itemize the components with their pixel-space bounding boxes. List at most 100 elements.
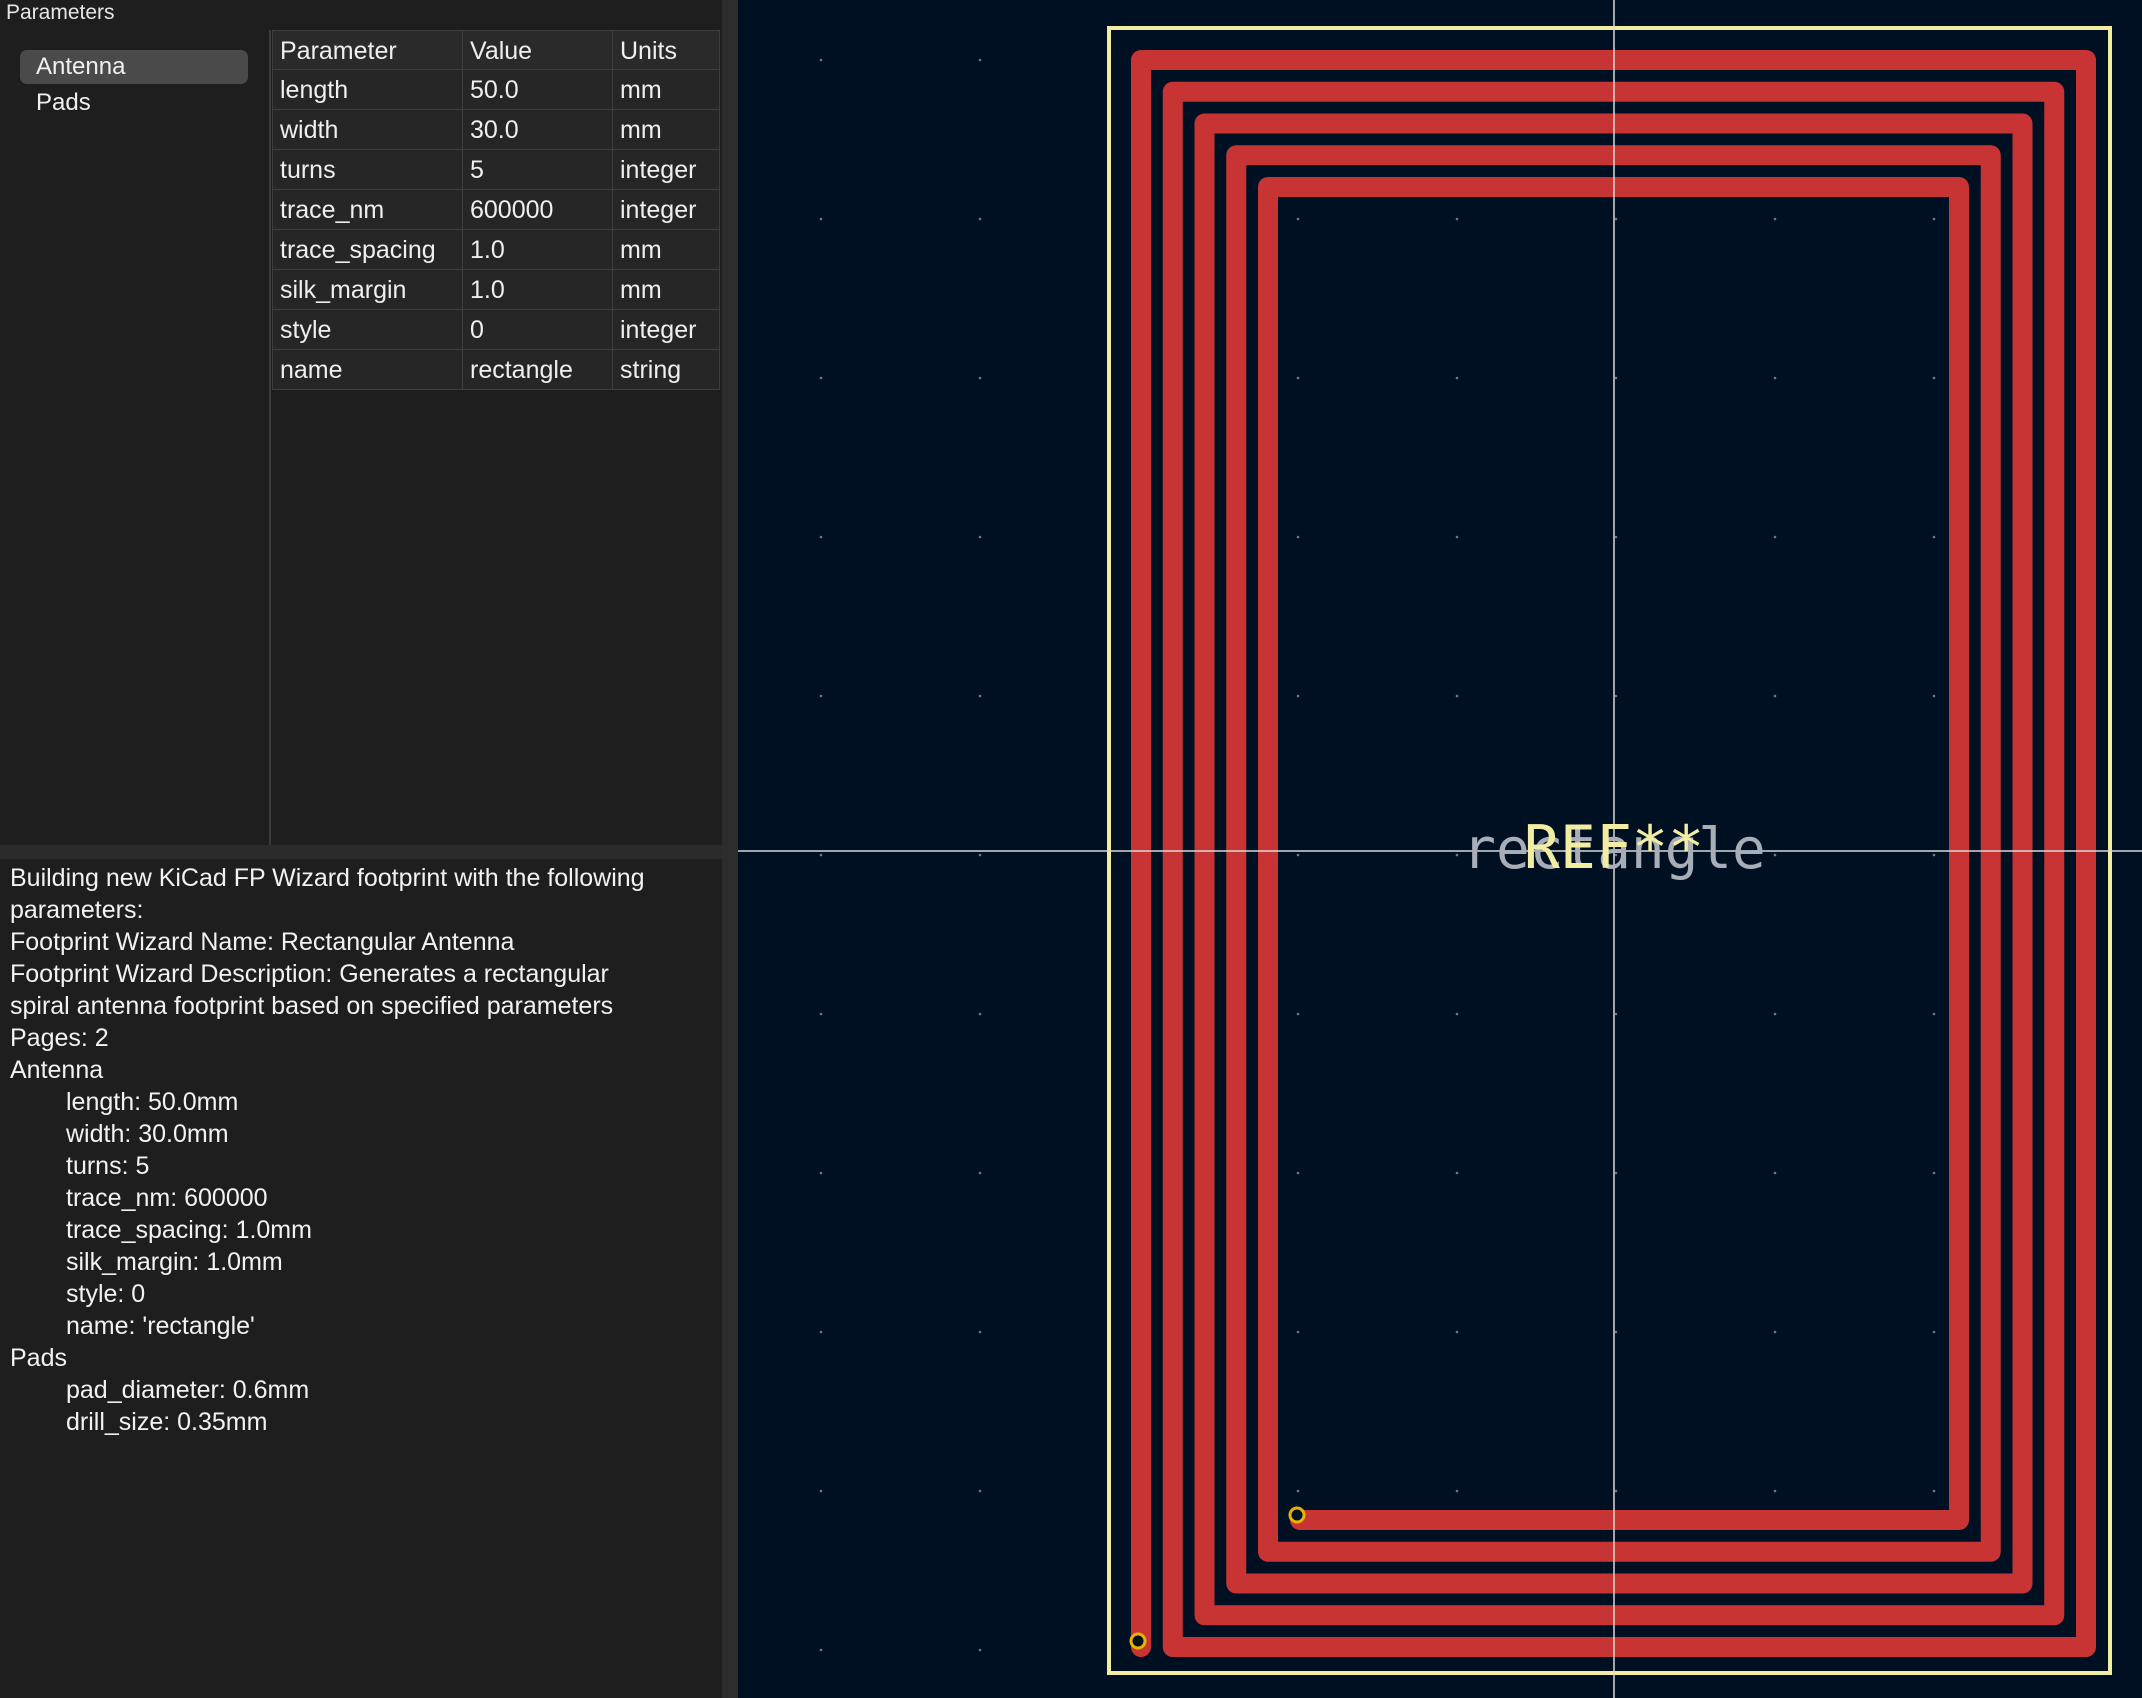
grid-dot <box>1296 1012 1300 1016</box>
grid-dot <box>1455 535 1459 539</box>
pad-inner <box>1288 1506 1306 1524</box>
grid-dot <box>1773 853 1777 857</box>
grid-dot <box>1932 1171 1936 1175</box>
grid-dot <box>978 58 982 62</box>
param-name-cell[interactable]: style <box>272 310 463 350</box>
grid-dot <box>1614 1012 1618 1016</box>
log-line: Pages: 2 <box>10 1024 109 1052</box>
column-header-value[interactable]: Value <box>463 30 613 70</box>
log-line: Footprint Wizard Name: Rectangular Anten… <box>10 928 515 956</box>
grid-dot <box>1296 694 1300 698</box>
param-name-cell[interactable]: name <box>272 350 463 390</box>
param-value-cell[interactable]: 600000 <box>463 190 613 230</box>
grid-dot <box>1773 535 1777 539</box>
wizard-left-pane: Parameters Antenna Pads Parameter Value U… <box>0 0 722 1698</box>
grid-dot <box>1932 1012 1936 1016</box>
footprint-preview-canvas[interactable]: rectangle REF** <box>738 0 2142 1698</box>
log-line: Antenna <box>10 1056 104 1084</box>
grid-dot <box>978 217 982 221</box>
grid-dot <box>1773 1171 1777 1175</box>
column-header-parameter[interactable]: Parameter <box>272 30 463 70</box>
grid-dot <box>978 1012 982 1016</box>
horizontal-sash[interactable] <box>0 845 722 859</box>
grid-dot <box>819 535 823 539</box>
grid-dot <box>1773 1489 1777 1493</box>
param-name-cell[interactable]: turns <box>272 150 463 190</box>
messages-log: Building new KiCad FP Wizard footprint w… <box>0 859 722 1698</box>
grid-dot <box>978 853 982 857</box>
param-name-cell[interactable]: width <box>272 110 463 150</box>
log-line: spiral antenna footprint based on specif… <box>10 992 614 1020</box>
log-line: drill_size: 0.35mm <box>66 1408 268 1436</box>
param-units-cell[interactable]: integer <box>613 310 720 350</box>
grid-dot <box>978 1648 982 1652</box>
param-value-cell[interactable]: 30.0 <box>463 110 613 150</box>
page-item-pads[interactable]: Pads <box>20 86 248 120</box>
param-name-cell[interactable]: length <box>272 70 463 110</box>
grid-dot <box>1296 1330 1300 1334</box>
grid-dot <box>1296 1489 1300 1493</box>
param-value-cell[interactable]: 5 <box>463 150 613 190</box>
grid-dot <box>978 535 982 539</box>
param-units-cell[interactable]: string <box>613 350 720 390</box>
grid-dot <box>1455 376 1459 380</box>
log-line: Pads <box>10 1344 67 1372</box>
param-value-cell[interactable]: 0 <box>463 310 613 350</box>
table-row: style 0 integer <box>272 310 720 350</box>
param-value-cell[interactable]: 1.0 <box>463 230 613 270</box>
grid-dot <box>1932 1330 1936 1334</box>
page-item-antenna[interactable]: Antenna <box>20 50 248 84</box>
grid-dot <box>1773 217 1777 221</box>
table-row: trace_nm 600000 integer <box>272 190 720 230</box>
grid-dot <box>1773 1012 1777 1016</box>
table-row: trace_spacing 1.0 mm <box>272 230 720 270</box>
param-name-cell[interactable]: trace_spacing <box>272 230 463 270</box>
param-value-cell[interactable]: 50.0 <box>463 70 613 110</box>
param-value-cell[interactable]: 1.0 <box>463 270 613 310</box>
grid-dot <box>1614 1489 1618 1493</box>
grid-dot <box>1296 217 1300 221</box>
grid-dot <box>819 1171 823 1175</box>
param-units-cell[interactable]: mm <box>613 230 720 270</box>
grid-dot <box>1455 853 1459 857</box>
grid-dot <box>819 376 823 380</box>
grid-dot <box>819 217 823 221</box>
param-units-cell[interactable]: mm <box>613 110 720 150</box>
grid-dot <box>819 694 823 698</box>
param-units-cell[interactable]: integer <box>613 190 720 230</box>
param-name-cell[interactable]: silk_margin <box>272 270 463 310</box>
column-header-units[interactable]: Units <box>613 30 720 70</box>
table-row: name rectangle string <box>272 350 720 390</box>
vertical-splitter[interactable] <box>722 0 738 1698</box>
footprint-preview-svg: rectangleREF** <box>738 0 2142 1698</box>
param-units-cell[interactable]: mm <box>613 70 720 110</box>
grid-dot <box>978 1330 982 1334</box>
log-line: name: 'rectangle' <box>66 1312 255 1340</box>
grid-dot <box>1773 1330 1777 1334</box>
grid-dot <box>1932 535 1936 539</box>
grid-dot <box>978 1489 982 1493</box>
pad-outer <box>1129 1632 1147 1650</box>
log-line: width: 30.0mm <box>66 1120 229 1148</box>
reference-text: REF** <box>1524 813 1705 883</box>
grid-dot <box>1614 535 1618 539</box>
log-line: pad_diameter: 0.6mm <box>66 1376 310 1404</box>
log-line: trace_nm: 600000 <box>66 1184 268 1212</box>
param-units-cell[interactable]: integer <box>613 150 720 190</box>
param-value-cell[interactable]: rectangle <box>463 350 613 390</box>
table-body: length 50.0 mm width 30.0 mm turns 5 integer trac… <box>272 70 720 390</box>
grid-dot <box>978 376 982 380</box>
param-units-cell[interactable]: mm <box>613 270 720 310</box>
log-line: turns: 5 <box>66 1152 150 1180</box>
table-row: silk_margin 1.0 mm <box>272 270 720 310</box>
param-name-cell[interactable]: trace_nm <box>272 190 463 230</box>
grid-dot <box>1455 1012 1459 1016</box>
grid-dot <box>1773 376 1777 380</box>
grid-dot <box>1296 535 1300 539</box>
list-divider <box>269 30 271 846</box>
grid-dot <box>1455 694 1459 698</box>
grid-dot <box>1455 1171 1459 1175</box>
grid-dot <box>1614 376 1618 380</box>
grid-dot <box>819 1489 823 1493</box>
grid-dot <box>1296 853 1300 857</box>
